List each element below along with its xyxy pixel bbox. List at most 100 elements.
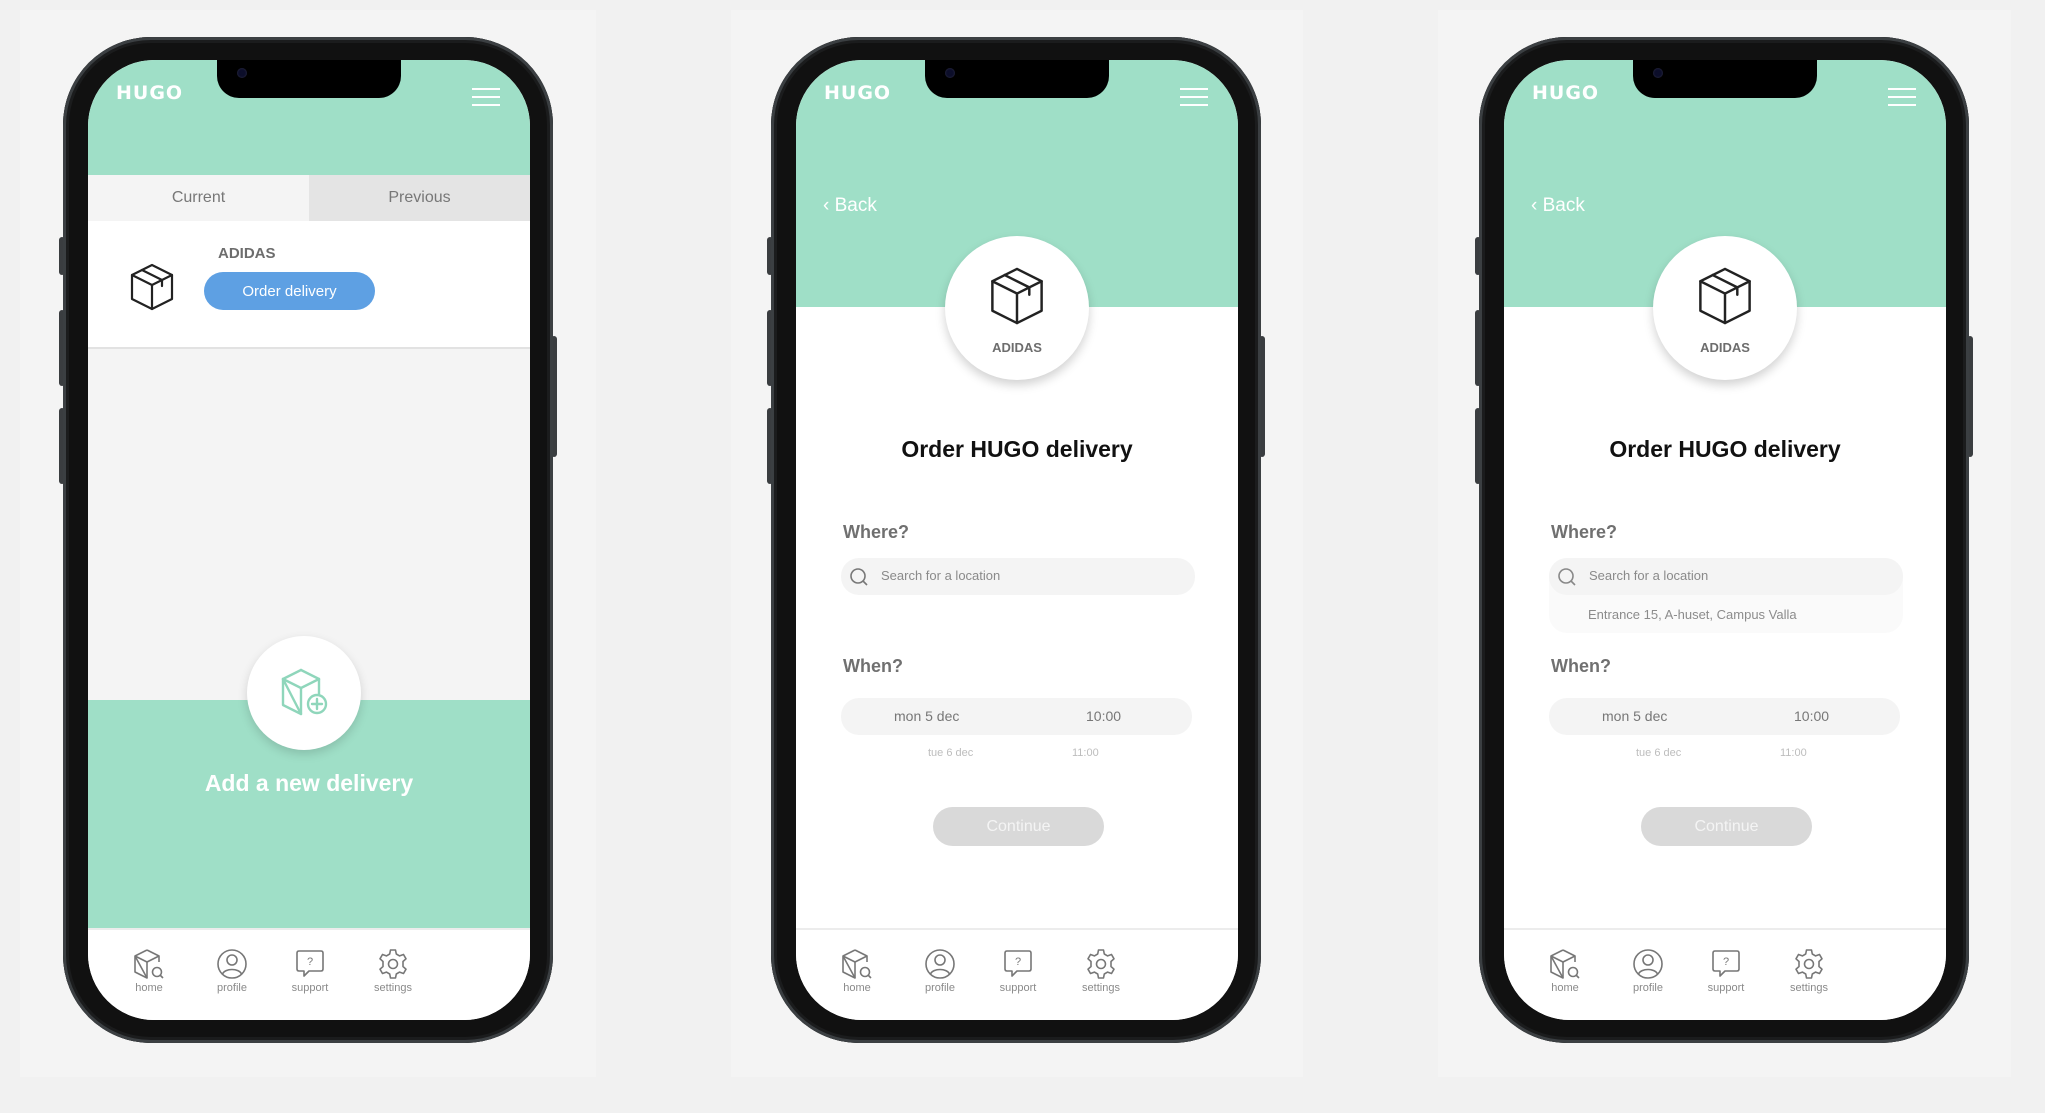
package-search-icon <box>1550 949 1580 979</box>
nav-label: profile <box>1633 982 1663 994</box>
chevron-left-icon: ‹ <box>823 195 835 216</box>
brand-badge: ADIDAS <box>945 236 1089 380</box>
next-date-option[interactable]: tue 6 dec <box>1636 747 1681 759</box>
nav-label: settings <box>1082 982 1120 994</box>
delivery-card: ADIDAS Order delivery <box>88 221 530 349</box>
nav-profile[interactable]: profile <box>1608 948 1688 994</box>
datetime-picker[interactable]: mon 5 dec 10:00 <box>841 698 1192 735</box>
package-icon <box>130 263 174 311</box>
search-placeholder: Search for a location <box>1589 568 1709 583</box>
nav-settings[interactable]: settings <box>1769 948 1849 994</box>
nav-support[interactable]: ? support <box>270 948 350 994</box>
nav-settings[interactable]: settings <box>353 948 433 994</box>
next-time-option[interactable]: 11:00 <box>1780 747 1807 759</box>
package-search-icon <box>842 949 872 979</box>
phone-order-delivery: HUGO ‹ Back ADIDAS Order HUGO delivery W… <box>767 37 1265 1043</box>
nav-label: home <box>1551 982 1579 994</box>
help-chat-icon: ? <box>1004 950 1032 977</box>
selected-time[interactable]: 10:00 <box>1794 708 1829 724</box>
bottom-nav: home profile ? support settings <box>796 928 1238 1020</box>
location-suggestion[interactable]: Entrance 15, A-huset, Campus Valla <box>1588 607 1797 622</box>
menu-icon[interactable] <box>1180 88 1208 108</box>
add-delivery-button[interactable] <box>247 636 361 750</box>
package-search-icon <box>134 949 164 979</box>
nav-support[interactable]: ? support <box>978 948 1058 994</box>
nav-label: home <box>843 982 871 994</box>
nav-label: profile <box>925 982 955 994</box>
when-label: When? <box>843 656 903 676</box>
phone-order-delivery-suggestion: HUGO ‹ Back ADIDAS Order HUGO delivery W… <box>1475 37 1973 1043</box>
nav-home[interactable]: home <box>1525 948 1605 994</box>
nav-label: home <box>135 982 163 994</box>
menu-icon[interactable] <box>472 88 500 108</box>
location-search-input[interactable]: Search for a location <box>841 558 1195 595</box>
nav-label: settings <box>1790 982 1828 994</box>
brand-badge: ADIDAS <box>1653 236 1797 380</box>
next-date-option[interactable]: tue 6 dec <box>928 747 973 759</box>
back-button[interactable]: ‹ Back <box>1531 195 1585 217</box>
gear-icon <box>1087 949 1115 979</box>
nav-label: support <box>999 982 1037 994</box>
back-label: Back <box>1542 195 1585 216</box>
notch <box>217 60 401 98</box>
nav-label: profile <box>217 982 247 994</box>
when-label: When? <box>1551 656 1611 676</box>
user-circle-icon <box>925 949 955 979</box>
gear-icon <box>379 949 407 979</box>
nav-home[interactable]: home <box>817 948 897 994</box>
svg-text:?: ? <box>1723 956 1729 968</box>
user-circle-icon <box>1633 949 1663 979</box>
gear-icon <box>1795 949 1823 979</box>
datetime-picker[interactable]: mon 5 dec 10:00 <box>1549 698 1900 735</box>
package-icon <box>1699 267 1751 325</box>
add-delivery-label: Add a new delivery <box>204 770 414 796</box>
menu-icon[interactable] <box>1888 88 1916 108</box>
nav-label: settings <box>374 982 412 994</box>
nav-home[interactable]: home <box>109 948 189 994</box>
page-title: Order HUGO delivery <box>901 436 1133 462</box>
svg-text:?: ? <box>1015 956 1021 968</box>
chevron-left-icon: ‹ <box>1531 195 1543 216</box>
nav-settings[interactable]: settings <box>1061 948 1141 994</box>
screen: HUGO Current Previous ADIDAS Order deliv… <box>88 60 530 1020</box>
bottom-nav: home profile ? support settings <box>88 928 530 1020</box>
notch <box>925 60 1109 98</box>
delivery-tabs: Current Previous <box>88 175 530 221</box>
nav-label: support <box>1707 982 1745 994</box>
brand-name: ADIDAS <box>1700 340 1750 355</box>
continue-button[interactable]: Continue <box>1641 807 1812 846</box>
tab-previous[interactable]: Previous <box>309 175 530 221</box>
notch <box>1633 60 1817 98</box>
screen: HUGO ‹ Back ADIDAS Order HUGO delivery W… <box>1504 60 1946 1020</box>
location-search-input[interactable]: Search for a location <box>1549 558 1903 595</box>
bottom-nav: home profile ? support settings <box>1504 928 1946 1020</box>
nav-profile[interactable]: profile <box>192 948 272 994</box>
nav-support[interactable]: ? support <box>1686 948 1766 994</box>
page-title: Order HUGO delivery <box>1609 436 1841 462</box>
selected-time[interactable]: 10:00 <box>1086 708 1121 724</box>
where-label: Where? <box>1551 522 1618 542</box>
nav-label: support <box>291 982 329 994</box>
brand-name: ADIDAS <box>992 340 1042 355</box>
tab-current[interactable]: Current <box>88 175 309 221</box>
help-chat-icon: ? <box>296 950 324 977</box>
continue-button[interactable]: Continue <box>933 807 1104 846</box>
svg-text:?: ? <box>307 956 313 968</box>
hugo-logo: HUGO <box>824 82 892 104</box>
selected-date[interactable]: mon 5 dec <box>1602 708 1667 724</box>
back-button[interactable]: ‹ Back <box>823 195 877 217</box>
user-circle-icon <box>217 949 247 979</box>
nav-profile[interactable]: profile <box>900 948 980 994</box>
help-chat-icon: ? <box>1712 950 1740 977</box>
next-time-option[interactable]: 11:00 <box>1072 747 1099 759</box>
hugo-logo: HUGO <box>1532 82 1600 104</box>
where-label: Where? <box>843 522 910 542</box>
search-icon <box>1558 568 1576 586</box>
package-icon <box>991 267 1043 325</box>
phone-deliveries-list: HUGO Current Previous ADIDAS Order deliv… <box>59 37 557 1043</box>
search-icon <box>850 568 868 586</box>
selected-date[interactable]: mon 5 dec <box>894 708 959 724</box>
hugo-logo: HUGO <box>116 82 184 104</box>
search-placeholder: Search for a location <box>881 568 1001 583</box>
order-delivery-button[interactable]: Order delivery <box>204 272 375 310</box>
